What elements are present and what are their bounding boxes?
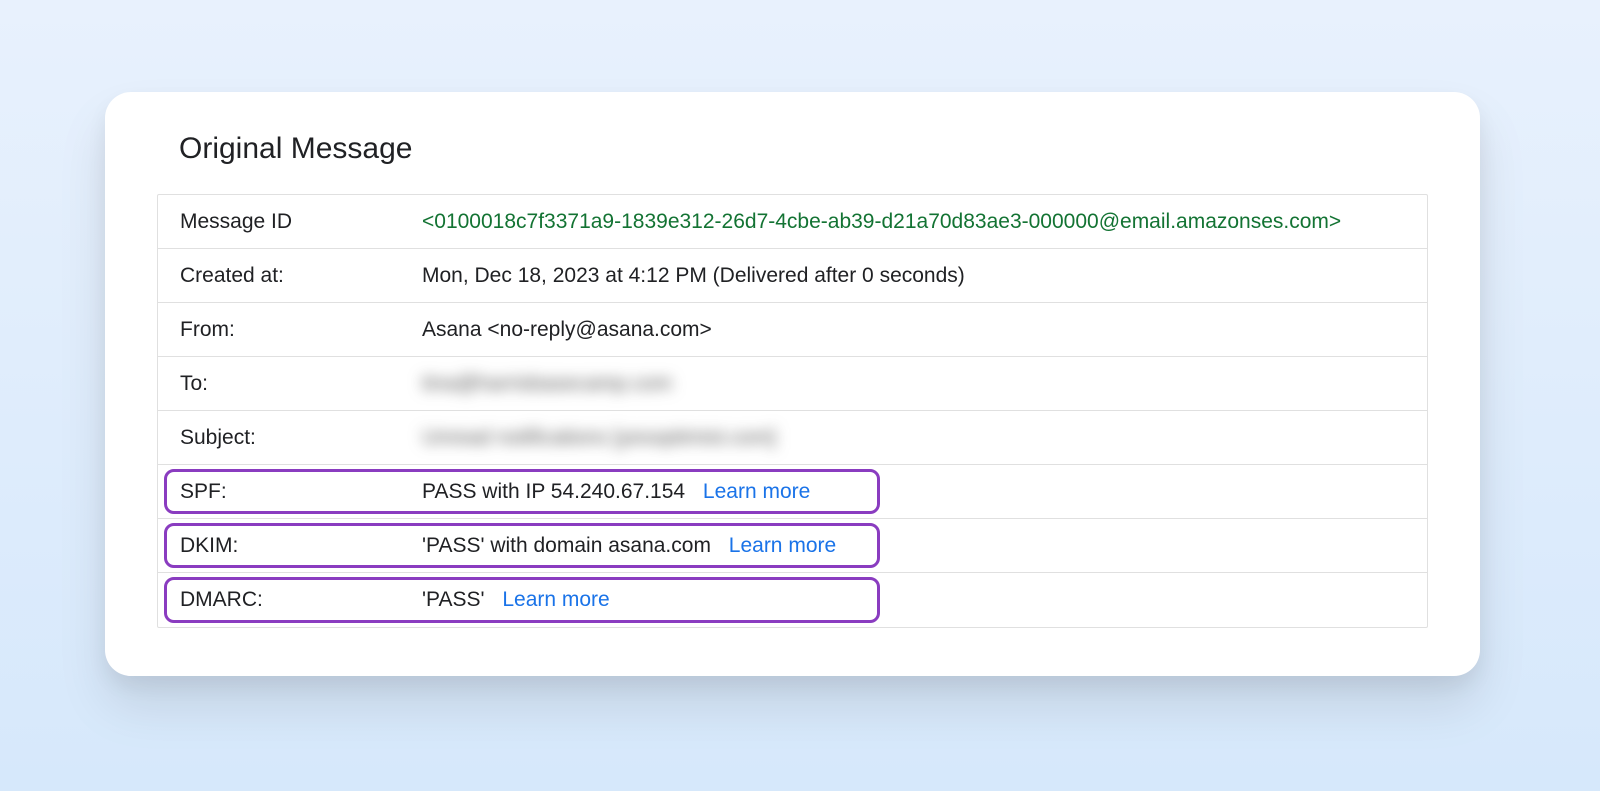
label-created-at: Created at: xyxy=(180,264,422,288)
learn-more-spf-link[interactable]: Learn more xyxy=(703,480,810,503)
value-to: tina@harrisbasecamp.com xyxy=(422,372,1405,396)
learn-more-dmarc-link[interactable]: Learn more xyxy=(502,588,609,611)
label-dmarc: DMARC: xyxy=(180,588,422,612)
value-dmarc-container: 'PASS' Learn more xyxy=(422,588,1405,612)
row-spf: SPF: PASS with IP 54.240.67.154 Learn mo… xyxy=(158,465,1427,519)
label-from: From: xyxy=(180,318,422,342)
label-dkim: DKIM: xyxy=(180,534,422,558)
row-created-at: Created at: Mon, Dec 18, 2023 at 4:12 PM… xyxy=(158,249,1427,303)
original-message-card: Original Message Message ID <0100018c7f3… xyxy=(105,92,1480,676)
value-subject: Unread notifications [yesoptimist.com] xyxy=(422,426,1405,450)
value-spf-container: PASS with IP 54.240.67.154 Learn more xyxy=(422,480,1405,504)
row-message-id: Message ID <0100018c7f3371a9-1839e312-26… xyxy=(158,195,1427,249)
value-to-blurred: tina@harrisbasecamp.com xyxy=(422,372,672,396)
row-dmarc: DMARC: 'PASS' Learn more xyxy=(158,573,1427,627)
label-message-id: Message ID xyxy=(180,210,422,234)
row-subject: Subject: Unread notifications [yesoptimi… xyxy=(158,411,1427,465)
value-spf: PASS with IP 54.240.67.154 xyxy=(422,480,685,503)
label-spf: SPF: xyxy=(180,480,422,504)
label-subject: Subject: xyxy=(180,426,422,450)
page-title: Original Message xyxy=(179,132,1428,166)
row-from: From: Asana <no-reply@asana.com> xyxy=(158,303,1427,357)
headers-table: Message ID <0100018c7f3371a9-1839e312-26… xyxy=(157,194,1428,628)
value-dkim-container: 'PASS' with domain asana.com Learn more xyxy=(422,534,1405,558)
value-from: Asana <no-reply@asana.com> xyxy=(422,318,1405,342)
row-to: To: tina@harrisbasecamp.com xyxy=(158,357,1427,411)
value-created-at: Mon, Dec 18, 2023 at 4:12 PM (Delivered … xyxy=(422,264,1405,288)
row-dkim: DKIM: 'PASS' with domain asana.com Learn… xyxy=(158,519,1427,573)
value-message-id: <0100018c7f3371a9-1839e312-26d7-4cbe-ab3… xyxy=(422,210,1405,234)
learn-more-dkim-link[interactable]: Learn more xyxy=(729,534,836,557)
value-dmarc: 'PASS' xyxy=(422,588,485,611)
value-dkim: 'PASS' with domain asana.com xyxy=(422,534,711,557)
value-subject-blurred: Unread notifications [yesoptimist.com] xyxy=(422,426,776,450)
label-to: To: xyxy=(180,372,422,396)
